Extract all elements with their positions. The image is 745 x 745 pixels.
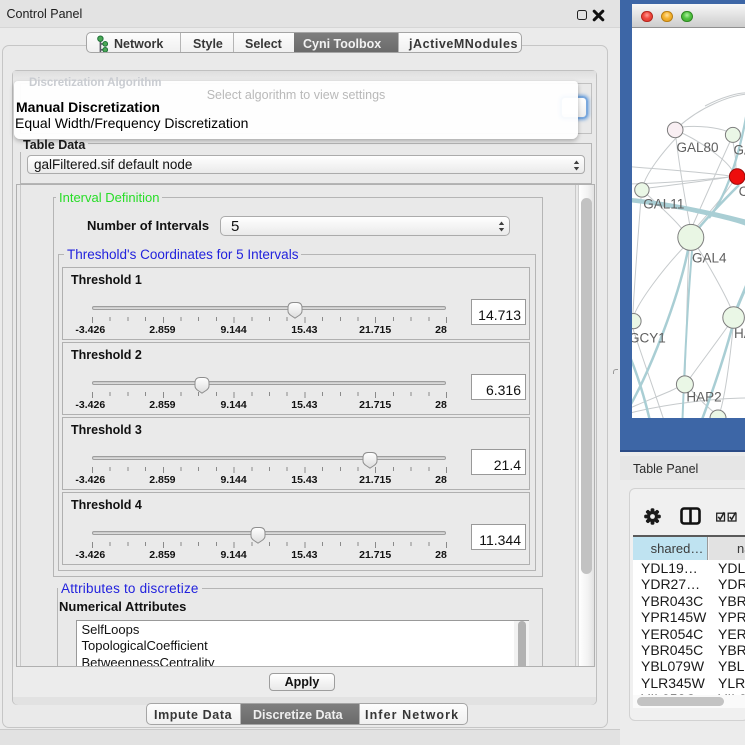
- svg-text:GAL11: GAL11: [643, 197, 684, 212]
- svg-text:HAP2: HAP2: [686, 389, 721, 404]
- svg-text:GAL80: GAL80: [677, 140, 719, 155]
- svg-text:HA: HA: [734, 326, 745, 341]
- svg-text:GAL4: GAL4: [692, 251, 727, 266]
- svg-text:C: C: [739, 184, 745, 199]
- svg-text:GCY1: GCY1: [632, 331, 666, 346]
- svg-text:GA: GA: [734, 143, 745, 158]
